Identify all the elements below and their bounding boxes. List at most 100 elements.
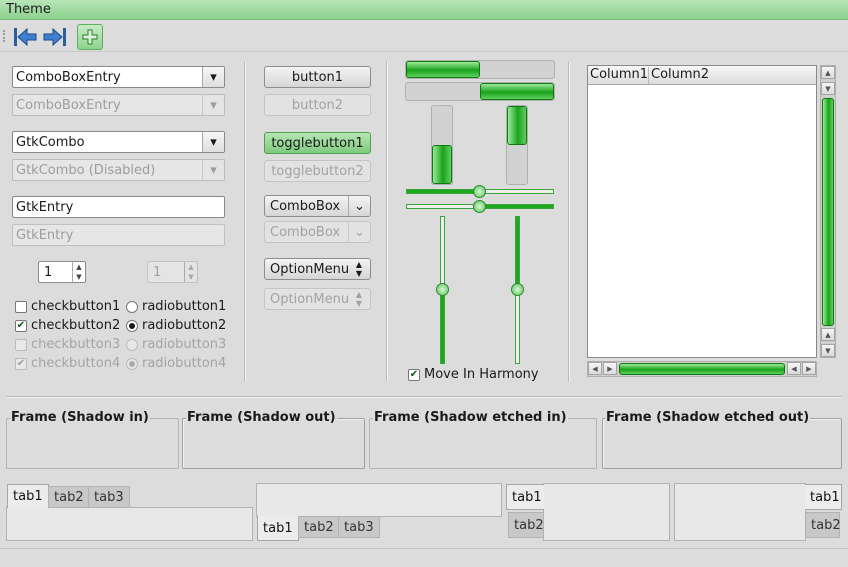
checkbutton3: checkbutton3: [15, 337, 120, 352]
frame-shadow-in: [6, 418, 179, 469]
updown-icon[interactable]: ▲ ▼: [348, 259, 370, 279]
gtk-combo[interactable]: GtkCombo ▾: [12, 131, 225, 153]
notebook-bottom-tab3[interactable]: tab3: [338, 516, 380, 538]
scroll-up-icon[interactable]: ▲: [821, 328, 835, 341]
chevron-down-icon[interactable]: ▾: [202, 132, 224, 152]
radiobutton4-label: radiobutton4: [142, 356, 227, 371]
button2-label: button2: [291, 97, 344, 113]
radio-icon: [126, 338, 138, 351]
status-bar: [0, 548, 848, 567]
notebook-bottom-tab1[interactable]: tab1: [257, 516, 299, 541]
column-header-1[interactable]: Column1: [588, 67, 649, 84]
gtk-entry[interactable]: GtkEntry: [12, 196, 225, 218]
notebook-top-tab2[interactable]: tab2: [48, 486, 90, 508]
togglebutton1[interactable]: togglebutton1: [264, 132, 371, 154]
scrollbar-thumb[interactable]: [822, 98, 834, 326]
scale-knob[interactable]: [511, 283, 524, 296]
notebook-left-tab2[interactable]: tab2: [508, 512, 544, 538]
scrollbar-thumb[interactable]: [619, 363, 785, 375]
tree-view[interactable]: Column1 Column2: [587, 65, 817, 358]
checkbutton4: ✔ checkbutton4: [15, 356, 120, 371]
notebook-top-panel: [6, 507, 253, 541]
checkbox-icon[interactable]: [15, 300, 27, 313]
radio-icon[interactable]: [126, 300, 138, 313]
notebook-top-tab1[interactable]: tab1: [7, 484, 49, 508]
scroll-left-icon[interactable]: ◀: [588, 362, 602, 375]
scale-v1[interactable]: [436, 216, 449, 364]
scale-h1[interactable]: [406, 185, 554, 198]
progress-bar-v2: [506, 105, 528, 185]
notebook-right-tab2[interactable]: tab2: [805, 512, 841, 538]
option-menu[interactable]: OptionMenu ▲ ▼: [264, 258, 371, 280]
button1[interactable]: button1: [264, 66, 371, 88]
horizontal-scrollbar[interactable]: ◀ ▶ ◀ ▶: [587, 361, 817, 377]
combobox-disabled-label: ComboBox: [270, 224, 341, 240]
vertical-scrollbar[interactable]: ▲ ▼ ▲ ▼: [820, 65, 836, 358]
spin-button-disabled-value: 1: [153, 265, 162, 280]
move-in-harmony-check[interactable]: ✔ Move In Harmony: [408, 367, 539, 382]
chevron-down-icon: ▾: [202, 160, 224, 180]
chevron-down-icon[interactable]: ⌄: [348, 196, 370, 216]
scale-knob[interactable]: [436, 283, 449, 296]
spin-button[interactable]: 1 ▲ ▼: [38, 261, 86, 283]
forward-button[interactable]: [42, 24, 68, 50]
checkbox-icon: [15, 338, 27, 351]
spin-up-icon: ▲: [188, 263, 194, 271]
spin-down-icon[interactable]: ▼: [73, 272, 85, 282]
toolbar: [0, 20, 848, 52]
checkmark-icon: ✔: [15, 357, 27, 370]
progress-bar-h1: [405, 60, 555, 79]
scroll-left-icon[interactable]: ◀: [787, 362, 801, 375]
scroll-right-icon[interactable]: ▶: [603, 362, 617, 375]
chevron-down-icon[interactable]: ▾: [202, 67, 224, 87]
scroll-down-icon[interactable]: ▼: [821, 344, 835, 357]
back-icon: [14, 27, 37, 47]
checkbutton1[interactable]: checkbutton1: [15, 299, 120, 314]
checkmark-icon[interactable]: ✔: [408, 368, 420, 381]
scroll-up-icon[interactable]: ▲: [821, 66, 835, 79]
radiobutton3: radiobutton3: [126, 337, 226, 352]
option-menu-disabled: OptionMenu ▲ ▼: [264, 288, 371, 310]
radiobutton4: radiobutton4: [126, 356, 226, 371]
radiobutton1[interactable]: radiobutton1: [126, 299, 226, 314]
togglebutton2: togglebutton2: [264, 160, 371, 182]
checkbutton2-label: checkbutton2: [31, 318, 121, 333]
tree-header: Column1 Column2: [588, 66, 816, 85]
spin-up-icon[interactable]: ▲: [73, 262, 85, 272]
progress-fill: [432, 145, 452, 184]
add-icon: [82, 29, 98, 45]
notebook-left-tab1[interactable]: tab1: [506, 484, 544, 510]
combo-box-entry[interactable]: ComboBoxEntry ▾: [12, 66, 225, 88]
scale-v2[interactable]: [511, 216, 524, 364]
button2: button2: [264, 94, 371, 116]
checkbutton2[interactable]: ✔ checkbutton2: [15, 318, 120, 333]
option-menu-label: OptionMenu: [270, 261, 350, 277]
combobox-disabled: ComboBox ⌄: [264, 221, 371, 243]
checkbutton4-label: checkbutton4: [31, 356, 121, 371]
combo-box-entry-text[interactable]: ComboBoxEntry: [16, 70, 121, 85]
scroll-right-icon[interactable]: ▶: [802, 362, 816, 375]
progress-bar-h2: [405, 82, 555, 101]
spin-button-value[interactable]: 1: [44, 265, 52, 280]
back-button[interactable]: [12, 24, 38, 50]
column-header-2[interactable]: Column2: [649, 67, 815, 84]
notebook-top-tab3[interactable]: tab3: [88, 486, 130, 508]
add-button[interactable]: [77, 24, 103, 50]
checkmark-icon[interactable]: ✔: [15, 319, 27, 332]
notebook-right-panel: [674, 483, 806, 541]
notebook-right-tab1[interactable]: tab1: [805, 484, 842, 510]
scale-knob[interactable]: [473, 185, 486, 198]
combobox[interactable]: ComboBox ⌄: [264, 195, 371, 217]
frame-shadow-etched-in-label: Frame (Shadow etched in): [373, 410, 568, 425]
gtk-entry-text[interactable]: GtkEntry: [16, 200, 73, 215]
scale-h2[interactable]: [406, 200, 554, 213]
scroll-down-icon[interactable]: ▼: [821, 82, 835, 95]
checkbutton3-label: checkbutton3: [31, 337, 121, 352]
notebook-bottom-tab2[interactable]: tab2: [298, 516, 340, 538]
toolbar-grip[interactable]: [3, 30, 6, 42]
scale-knob[interactable]: [473, 200, 486, 213]
combo-box-entry-disabled: ComboBoxEntry ▾: [12, 94, 225, 116]
radio-selected-icon[interactable]: [126, 319, 138, 332]
gtk-combo-text[interactable]: GtkCombo: [16, 135, 85, 150]
radiobutton2[interactable]: radiobutton2: [126, 318, 226, 333]
